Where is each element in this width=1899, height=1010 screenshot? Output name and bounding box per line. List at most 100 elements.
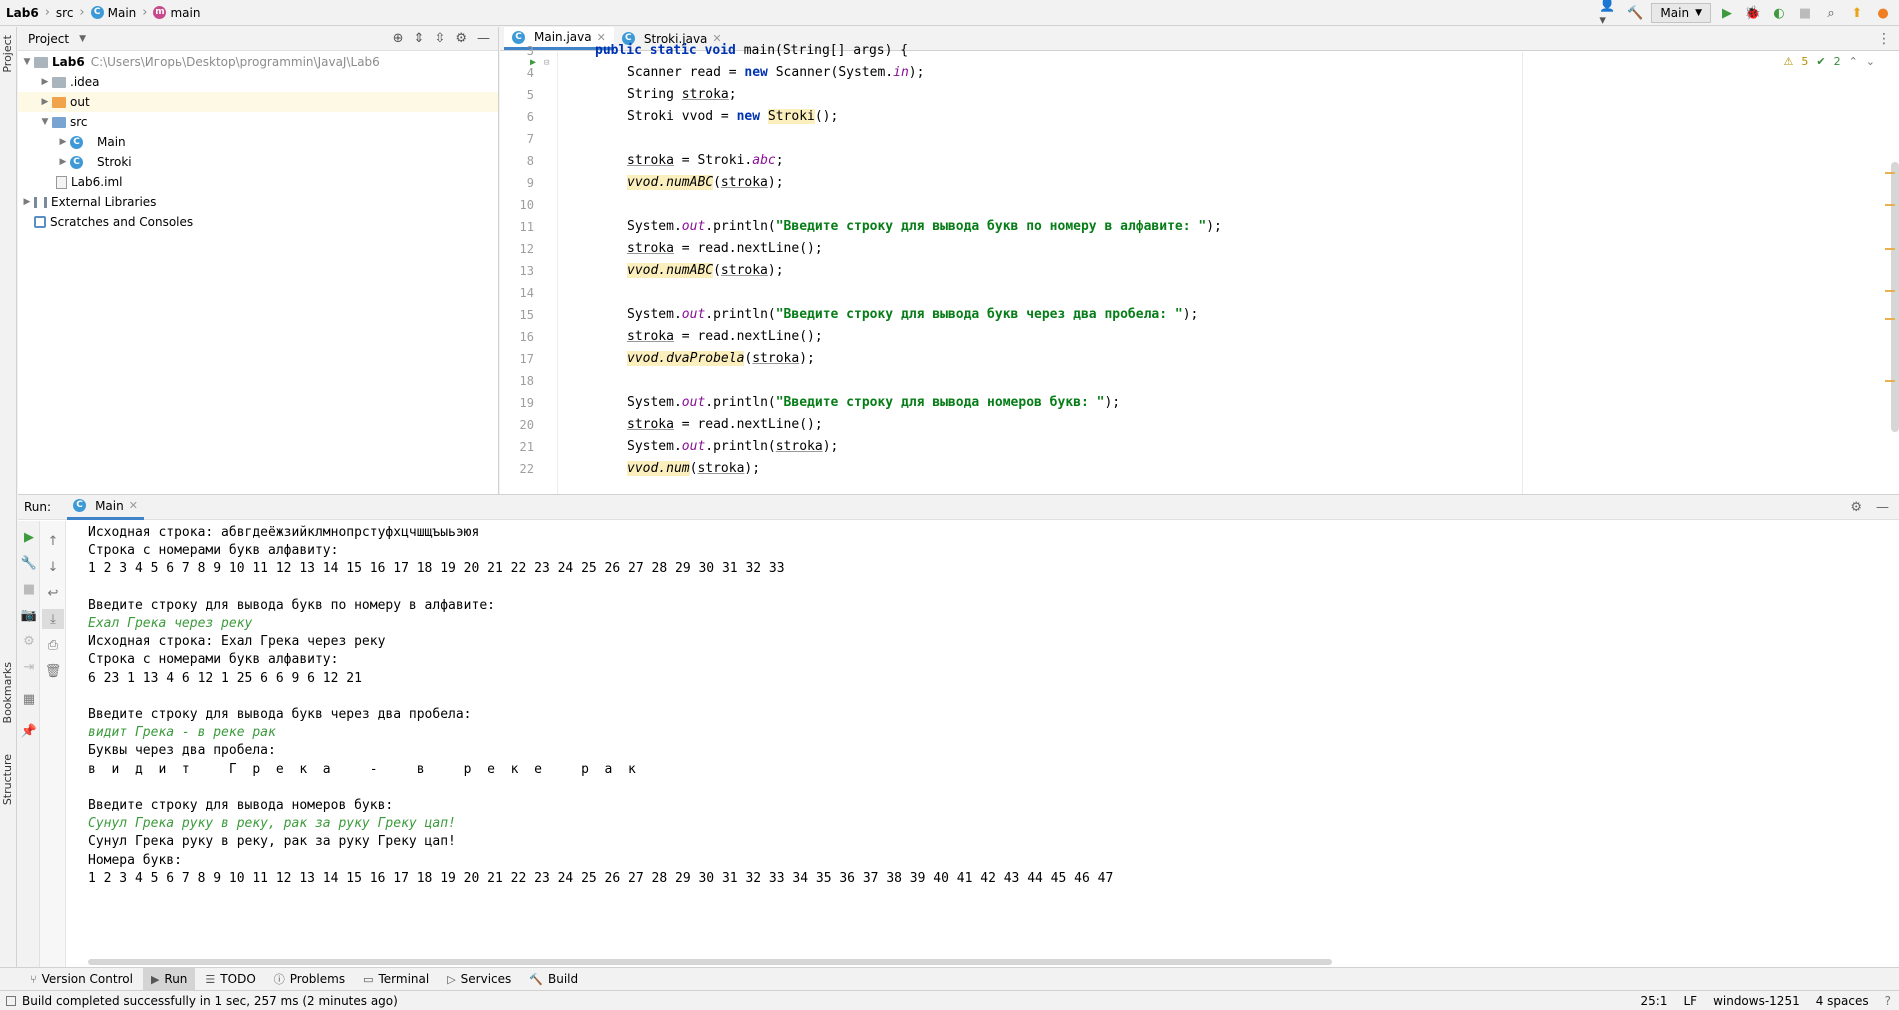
scroll-marker[interactable] (1885, 172, 1895, 174)
line-separator[interactable]: LF (1683, 994, 1697, 1008)
tool-todo[interactable]: ☰ TODO (197, 968, 263, 990)
expand-all-icon[interactable]: ⇕ (414, 31, 425, 46)
run-panel-label: Run: (24, 500, 52, 514)
code-token: Stroki vvod = (627, 109, 737, 124)
scroll-marker[interactable] (1885, 290, 1895, 292)
chevron-up-icon[interactable]: ⌃ (1849, 55, 1858, 68)
run-tab-main[interactable]: C Main ✕ (67, 495, 144, 520)
layout-icon[interactable]: ▦ (18, 689, 40, 709)
project-panel-title[interactable]: Project (28, 32, 69, 46)
chevron-right-icon[interactable]: ▶ (38, 97, 52, 107)
chevron-right-icon[interactable]: ▶ (56, 137, 70, 147)
help-icon[interactable]: ? (1885, 994, 1891, 1008)
scroll-to-end-icon[interactable]: ⤓ (42, 609, 64, 629)
arrow-up-icon[interactable]: ↑ (42, 531, 64, 551)
project-side-tab[interactable]: Project (1, 35, 14, 73)
chevron-down-icon[interactable]: ▼ (20, 57, 34, 67)
tool-run[interactable]: ▶ Run (142, 968, 196, 990)
ide-logo-icon[interactable]: ● (1873, 3, 1893, 23)
code-area[interactable]: ▶ ⊟ 3 4 5 6 7 8 9 10 11 12 13 14 15 16 17 18 19 20 21 22 pu… (500, 43, 1899, 494)
chevron-down-icon[interactable]: ▼ (79, 34, 86, 44)
code-line: stroka = read.nextLine(); (627, 326, 823, 348)
tree-item-out[interactable]: ▶ out (18, 92, 498, 112)
scroll-marker[interactable] (1885, 380, 1895, 382)
tool-build[interactable]: 🔨 Build (521, 968, 586, 990)
tree-item-main[interactable]: ▶ C Main (18, 132, 498, 152)
run-config-selector[interactable]: Main ▼ (1651, 3, 1711, 23)
breadcrumb-project[interactable]: Lab6 (6, 6, 39, 20)
code-token: Scanner read = (627, 65, 745, 80)
collapse-all-icon[interactable]: ⇳ (434, 31, 445, 46)
code-token: out (681, 395, 706, 410)
breadcrumb-method[interactable]: main (170, 6, 200, 20)
tree-item-src[interactable]: ▼ src (18, 112, 498, 132)
structure-side-tab[interactable]: Structure (1, 754, 14, 805)
arrow-down-icon[interactable]: ↓ (42, 557, 64, 577)
close-icon[interactable]: ✕ (129, 499, 138, 512)
coverage-icon[interactable]: ◐ (1769, 3, 1789, 23)
console-output[interactable]: Исходная строка: абвгдеёжзийклмнопрстуфх… (88, 521, 1888, 951)
line-number: 20 (519, 418, 534, 432)
tree-item-label: out (70, 95, 90, 109)
tree-item-stroki[interactable]: ▶ C Stroki (18, 152, 498, 172)
status-message[interactable]: Build completed successfully in 1 sec, 2… (0, 994, 398, 1008)
editor-scrollbar[interactable] (1891, 162, 1899, 432)
user-icon[interactable]: 👤▾ (1599, 0, 1619, 28)
fold-icon[interactable]: ⊟ (544, 52, 549, 74)
tree-item-iml[interactable]: Lab6.iml (18, 172, 498, 192)
camera-icon[interactable]: 📷 (18, 605, 40, 625)
chevron-down-icon[interactable]: ▼ (38, 117, 52, 127)
code-token: ; (775, 153, 784, 168)
pin-icon[interactable]: 📌 (18, 721, 40, 741)
code-token: stroka (775, 439, 823, 454)
breadcrumb-class[interactable]: Main (108, 6, 137, 20)
caret-position[interactable]: 25:1 (1641, 994, 1668, 1008)
code-token: ); (1104, 395, 1121, 410)
tool-terminal[interactable]: ▭ Terminal (355, 968, 437, 990)
scroll-marker[interactable] (1885, 248, 1895, 250)
dump-threads-icon[interactable]: ⚙ (18, 631, 40, 651)
soft-wrap-icon[interactable]: ↩ (42, 583, 64, 603)
gear-icon[interactable]: ⚙ (1850, 500, 1862, 515)
scroll-marker[interactable] (1885, 318, 1895, 320)
tool-services[interactable]: ▷ Services (439, 968, 519, 990)
locate-icon[interactable]: ⊕ (393, 31, 404, 46)
exit-icon[interactable]: ⇥ (18, 657, 40, 677)
scroll-marker[interactable] (1885, 204, 1895, 206)
run-icon[interactable]: ▶ (1717, 3, 1737, 23)
tool-version-control[interactable]: ⑂ Version Control (22, 968, 141, 990)
breadcrumb-folder[interactable]: src (56, 6, 74, 20)
minimize-icon[interactable]: — (477, 31, 490, 46)
debug-icon[interactable]: 🐞 (1743, 3, 1763, 23)
chevron-down-icon[interactable]: ⌄ (1866, 55, 1875, 68)
indent-setting[interactable]: 4 spaces (1816, 994, 1869, 1008)
wrench-icon[interactable]: 🔧 (18, 553, 40, 573)
tree-item-root[interactable]: ▼ Lab6 C:\Users\Игорь\Desktop\programmin… (18, 52, 498, 72)
tree-item-label: Stroki (97, 155, 132, 169)
tree-item-idea[interactable]: ▶ .idea (18, 72, 498, 92)
chevron-right-icon[interactable]: ▶ (56, 157, 70, 167)
stop-icon[interactable]: ■ (1795, 3, 1815, 23)
minimize-icon[interactable]: — (1876, 500, 1889, 515)
more-options-icon[interactable]: ⋮ (1877, 31, 1899, 47)
tree-item-scratches[interactable]: Scratches and Consoles (18, 212, 498, 232)
code-token: out (681, 439, 706, 454)
code-token: stroka (720, 263, 768, 278)
tool-problems[interactable]: ⓘ Problems (266, 968, 353, 990)
list-icon: ☰ (205, 972, 216, 986)
chevron-right-icon[interactable]: ▶ (38, 77, 52, 87)
trash-icon[interactable]: 🗑 (42, 661, 64, 681)
file-encoding[interactable]: windows-1251 (1713, 994, 1800, 1008)
chevron-right-icon[interactable]: ▶ (20, 197, 34, 207)
gear-icon[interactable]: ⚙ (455, 31, 467, 46)
console-horizontal-scrollbar[interactable] (88, 959, 1332, 965)
stop-icon[interactable]: ■ (18, 579, 40, 599)
tree-item-external-libraries[interactable]: ▶ External Libraries (18, 192, 498, 212)
search-icon[interactable]: ⌕ (1821, 3, 1841, 23)
rerun-icon[interactable]: ▶ (18, 527, 40, 547)
inspection-widget[interactable]: ⚠ 5 ✔ 2 ⌃ ⌄ (1783, 55, 1875, 68)
print-icon[interactable]: ⎙ (42, 635, 64, 655)
build-hammer-icon[interactable]: 🔨 (1625, 3, 1645, 23)
update-icon[interactable]: ⬆ (1847, 3, 1867, 23)
bookmarks-side-tab[interactable]: Bookmarks (1, 662, 14, 723)
